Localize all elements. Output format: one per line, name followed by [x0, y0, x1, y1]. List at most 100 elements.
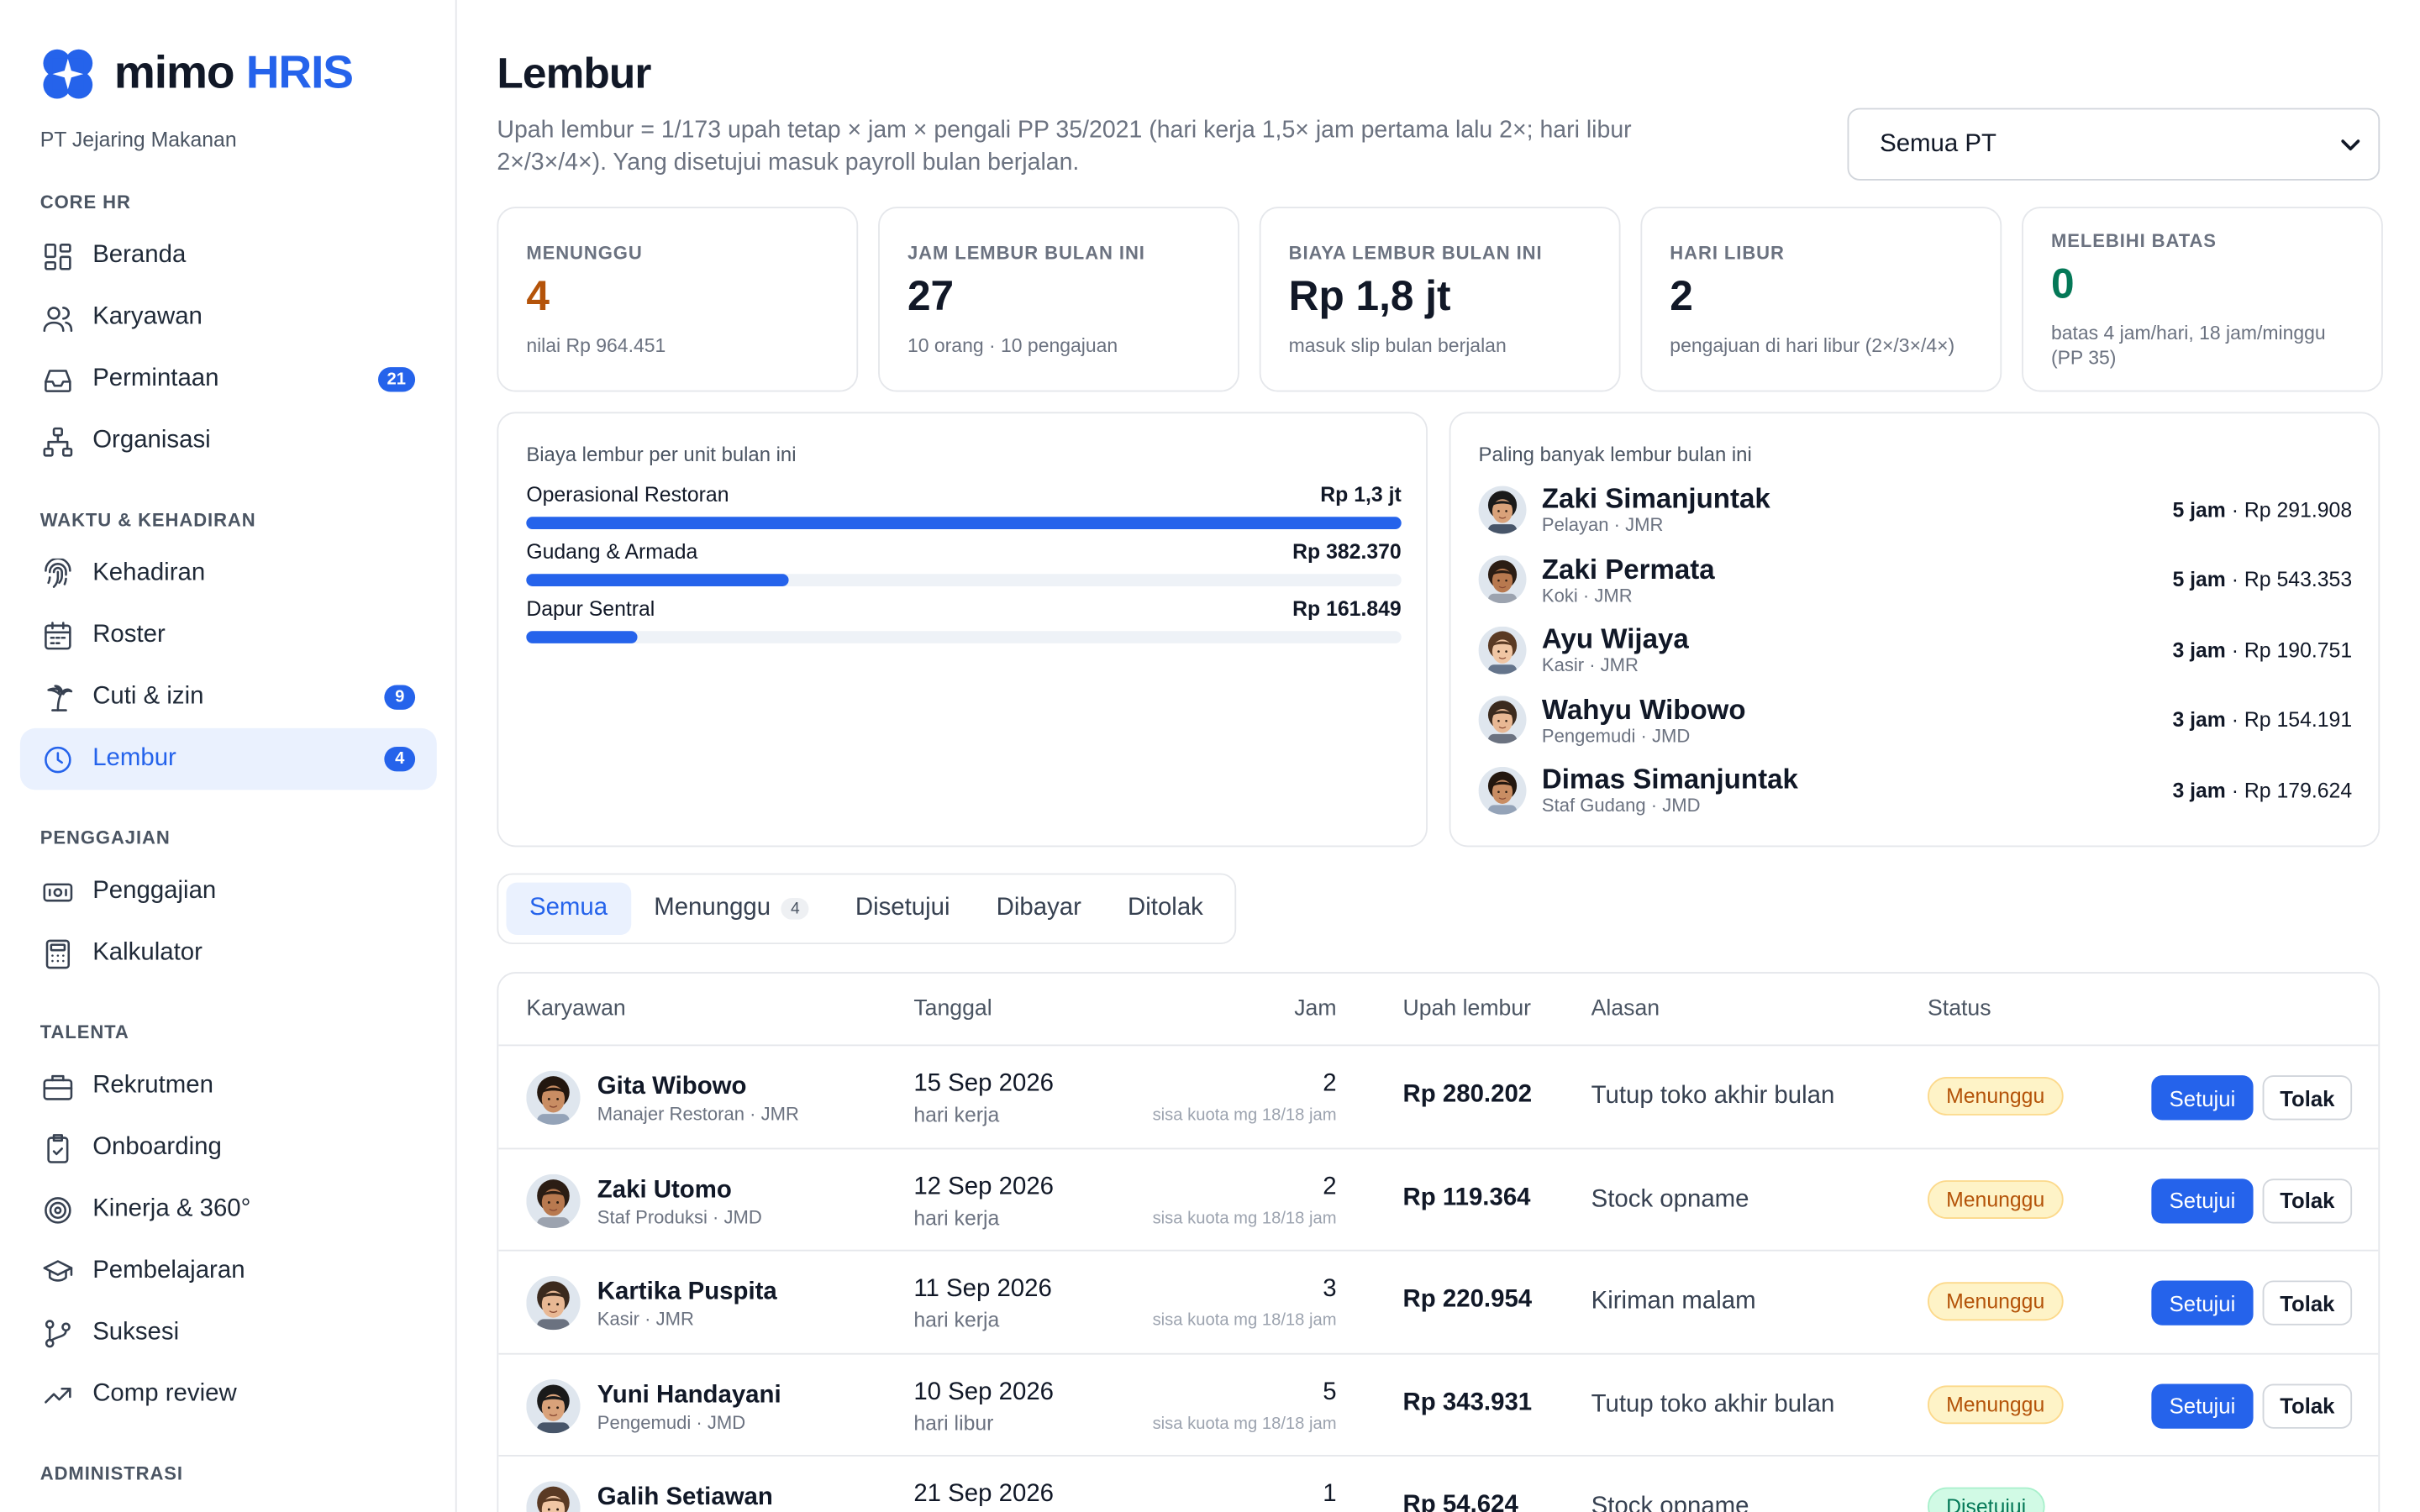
reject-button[interactable]: Tolak: [2262, 1383, 2353, 1428]
reject-button[interactable]: Tolak: [2262, 1075, 2353, 1121]
stat-label: HARI LIBUR: [1670, 242, 1785, 265]
top-employee-row[interactable]: Dimas Simanjuntak Staf Gudang · JMD 3 jam …: [1478, 756, 2352, 824]
unit-bar-track: [526, 517, 1402, 529]
users-icon: [40, 301, 74, 334]
approve-button[interactable]: Setujui: [2151, 1178, 2254, 1223]
top-overtime-title: Paling banyak lembur bulan ini: [1478, 443, 1752, 466]
table-row[interactable]: Zaki Utomo Staf Produksi · JMD 12 Sep 2026…: [498, 1148, 2379, 1252]
overtime-date: 11 Sep 2026: [913, 1275, 1052, 1303]
day-type: hari kerja: [913, 1205, 1000, 1229]
status-badge: Menunggu: [1928, 1077, 2064, 1116]
approve-button[interactable]: Setujui: [2151, 1075, 2254, 1121]
status-tabs: Semua Menunggu 4 Disetujui Dibayar Ditolak: [497, 873, 1236, 945]
sidebar-item-label: Comp review: [92, 1380, 237, 1408]
top-employee-row[interactable]: Zaki Simanjuntak Pelayan · JMR 5 jam · Rp …: [1478, 475, 2352, 543]
briefcase-icon: [40, 1069, 74, 1103]
overtime-pay: Rp 280.202: [1402, 1081, 1533, 1108]
unit-cost-row: Gudang & Armada Rp 382.370: [526, 540, 1402, 586]
overtime-pay: Rp 119.364: [1402, 1184, 1531, 1210]
overtime-amount: · Rp 190.751: [2225, 638, 2353, 662]
table-row[interactable]: Gita Wibowo Manajer Restoran · JMR 15 Sep …: [498, 1046, 2379, 1149]
stat-label: MENUNGGU: [526, 242, 643, 265]
avatar: [526, 1378, 581, 1433]
sidebar-item-karyawan[interactable]: Karyawan: [20, 287, 437, 349]
approve-button[interactable]: Setujui: [2151, 1383, 2254, 1428]
table-row[interactable]: Kartika Puspita Kasir · JMR 11 Sep 2026 har…: [498, 1252, 2379, 1354]
tab-semua[interactable]: Semua: [506, 882, 631, 936]
tab-label: Disetujui: [855, 895, 950, 921]
overtime-hours: 3 jam: [2172, 778, 2226, 802]
sidebar-item-rekrutmen[interactable]: Rekrutmen: [20, 1055, 437, 1116]
stat-value: 0: [2050, 260, 2075, 307]
tab-menunggu[interactable]: Menunggu 4: [631, 883, 833, 935]
sidebar-item-pembelajaran[interactable]: Pembelajaran: [20, 1241, 437, 1302]
employee-role: Kasir · JMR: [1541, 654, 1639, 676]
sidebar-item-kehadiran[interactable]: Kehadiran: [20, 543, 437, 605]
overtime-summary: 5 jam · Rp 291.908: [2172, 497, 2352, 521]
cost-by-unit-card: Biaya lembur per unit bulan ini Operasio…: [497, 412, 1428, 848]
company-filter-select[interactable]: Semua PT: [1847, 108, 2381, 181]
reject-button[interactable]: Tolak: [2262, 1280, 2353, 1326]
sidebar-item-roster[interactable]: Roster: [20, 605, 437, 666]
employee-role: Kasir · JMR: [597, 1308, 694, 1331]
avatar: [526, 1275, 581, 1331]
nav-section-title: ADMINISTRASI: [39, 1462, 183, 1484]
clock-icon: [40, 742, 74, 775]
tab-disetujui[interactable]: Disetujui: [832, 883, 973, 935]
sidebar-item-permintaan[interactable]: Permintaan 21: [20, 349, 437, 410]
nav-section-title: PENGGAJIAN: [39, 827, 171, 849]
brand-logo[interactable]: mimo HRIS: [40, 46, 354, 102]
sidebar-item-kalkulator[interactable]: Kalkulator: [20, 922, 437, 984]
overtime-summary: 3 jam · Rp 154.191: [2172, 708, 2352, 732]
employee-role: Staf Gudang · JMD: [1541, 794, 1701, 816]
employee-role: Manajer Restoran · JMR: [597, 1103, 799, 1125]
overtime-pay: Rp 54.624: [1402, 1492, 1518, 1512]
org-chart-icon: [40, 424, 74, 458]
stat-card-menunggu: MENUNGGU 4 nilai Rp 964.451: [497, 207, 859, 392]
tab-ditolak[interactable]: Ditolak: [1104, 883, 1226, 935]
overtime-summary: 3 jam · Rp 190.751: [2172, 638, 2352, 661]
sidebar-item-cuti-and-izin[interactable]: Cuti & izin 9: [20, 666, 437, 727]
sidebar-item-beranda[interactable]: Beranda: [20, 225, 437, 286]
unit-amount: Rp 161.849: [1292, 596, 1402, 621]
stat-card-biaya-lembur-bulan-ini: BIAYA LEMBUR BULAN INI Rp 1,8 jt masuk sli…: [1259, 207, 1621, 392]
overtime-amount: · Rp 543.353: [2225, 567, 2353, 591]
sidebar-item-label: Lembur: [92, 745, 176, 772]
stat-value: 2: [1670, 273, 1693, 320]
overtime-summary: 3 jam · Rp 179.624: [2172, 779, 2352, 802]
top-employee-row[interactable]: Wahyu Wibowo Pengemudi · JMD 3 jam · Rp 15…: [1478, 685, 2352, 753]
trending-up-icon: [40, 1378, 74, 1411]
approve-button[interactable]: Setujui: [2151, 1280, 2254, 1326]
col-employee: Karyawan: [526, 996, 626, 1021]
overtime-hours: 2: [1323, 1070, 1337, 1097]
count-badge: 4: [384, 746, 416, 772]
stat-card-hari-libur: HARI LIBUR 2 pengajuan di hari libur (2×/3…: [1640, 207, 2002, 392]
employee-name: Zaki Utomo: [597, 1176, 732, 1203]
calculator-icon: [40, 937, 74, 970]
tab-dibayar[interactable]: Dibayar: [973, 883, 1104, 935]
stat-value: 4: [526, 273, 550, 320]
stat-label: BIAYA LEMBUR BULAN INI: [1288, 242, 1543, 265]
sidebar-item-label: Organisasi: [92, 427, 211, 454]
overtime-pay: Rp 343.931: [1402, 1389, 1533, 1416]
sidebar-item-lembur[interactable]: Lembur 4: [19, 727, 437, 790]
stat-subtext: masuk slip bulan berjalan: [1288, 334, 1507, 357]
table-row[interactable]: Galih Setiawan 21 Sep 2026 1 Rp 54.624 Stock…: [498, 1457, 2378, 1512]
sidebar-item-onboarding[interactable]: Onboarding: [20, 1117, 437, 1179]
sidebar-item-suksesi[interactable]: Suksesi: [20, 1302, 437, 1363]
sidebar-item-penggajian[interactable]: Penggajian: [20, 861, 437, 922]
table-row[interactable]: Yuni Handayani Pengemudi · JMD 10 Sep 2026…: [498, 1354, 2379, 1457]
weekly-quota: sisa kuota mg 18/18 jam: [1152, 1311, 1337, 1331]
sidebar-item-label: Penggajian: [92, 878, 217, 905]
top-employee-row[interactable]: Ayu Wijaya Kasir · JMR 3 jam · Rp 190.751: [1478, 616, 2352, 684]
weekly-quota: sisa kuota mg 18/18 jam: [1152, 1209, 1337, 1228]
sidebar-item-kinerja-and-360[interactable]: Kinerja & 360°: [20, 1179, 437, 1240]
company-filter-value: Semua PT: [1880, 130, 1996, 157]
sidebar-item-organisasi[interactable]: Organisasi: [20, 411, 437, 472]
chevron-down-icon: [2341, 139, 2360, 150]
employee-role: Pelayan · JMR: [1541, 513, 1664, 536]
sidebar-item-comp-review[interactable]: Comp review: [20, 1364, 437, 1425]
reject-button[interactable]: Tolak: [2262, 1178, 2353, 1223]
stat-subtext: batas 4 jam/hari, 18 jam/minggu (PP 35): [2050, 322, 2326, 369]
top-employee-row[interactable]: Zaki Permata Koki · JMR 5 jam · Rp 543.353: [1478, 545, 2353, 613]
